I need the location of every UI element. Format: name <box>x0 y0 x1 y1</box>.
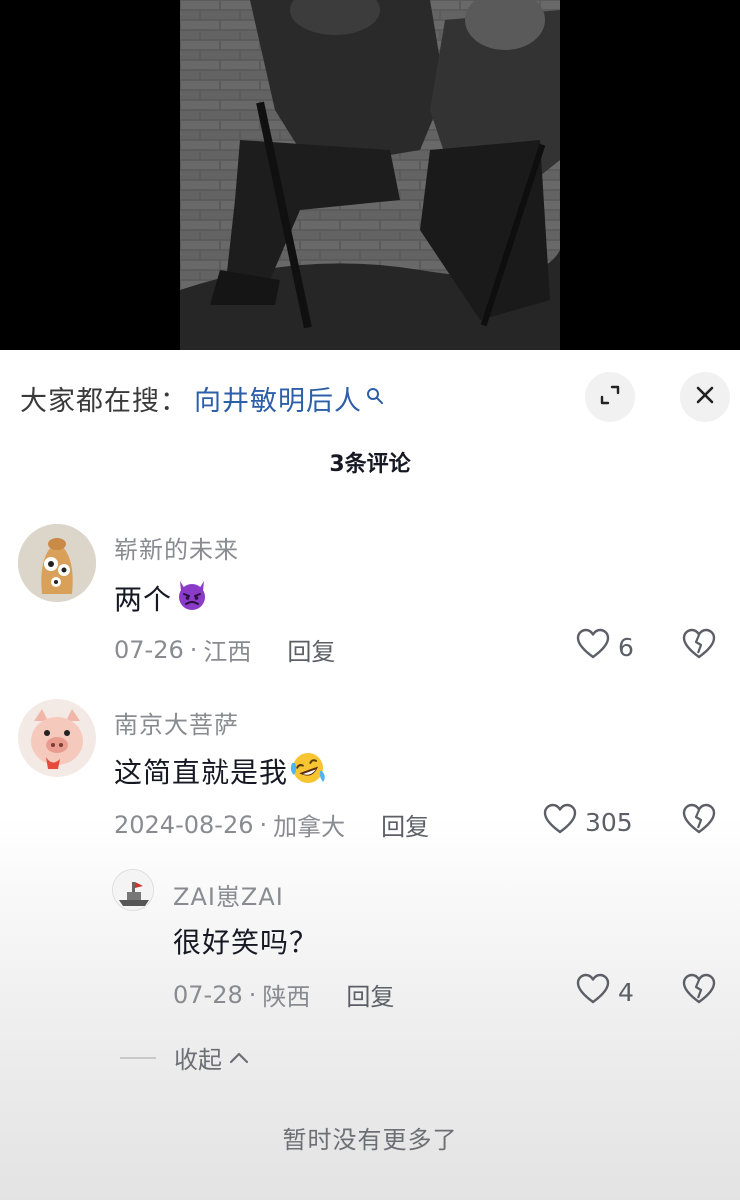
comment-text: 这简直就是我 <box>114 751 327 791</box>
comment-text-body: 这简直就是我 <box>114 756 289 789</box>
end-of-comments-text: 暂时没有更多了 <box>282 1126 458 1154</box>
avatar[interactable] <box>18 524 96 602</box>
comment-username[interactable]: 崭新的未来 <box>114 530 239 565</box>
expand-icon <box>597 382 623 412</box>
devil-emoji-icon <box>174 577 210 620</box>
comment-location: 陕西 <box>262 983 311 1011</box>
heart-icon <box>576 628 618 666</box>
like-count: 305 <box>585 807 633 837</box>
comment-text: 两个 <box>114 578 210 618</box>
close-icon <box>693 383 717 411</box>
heart-icon <box>576 973 618 1011</box>
comment-location: 江西 <box>203 638 252 666</box>
like-button[interactable]: 305 <box>543 803 633 841</box>
trending-search-term[interactable]: 向井敏明后人 <box>194 379 362 418</box>
like-button[interactable]: 6 <box>576 628 634 666</box>
reply-button[interactable]: 回复 <box>287 632 335 667</box>
comment-date: 07-28 <box>173 980 243 1009</box>
avatar[interactable] <box>18 699 96 777</box>
reply-button[interactable]: 回复 <box>381 807 429 842</box>
close-button[interactable] <box>680 372 730 422</box>
heart-icon <box>543 803 585 841</box>
reply-item: ZAI崽ZAI 很好笑吗？ 07-28 · 陕西 回复 4 <box>0 865 740 1015</box>
comment-count-title: 3条评论 <box>329 452 411 477</box>
trending-search-bar[interactable]: 大家都在搜： 向井敏明后人 <box>20 378 384 418</box>
search-icon <box>366 381 384 404</box>
collapse-replies-button[interactable]: 收起 <box>120 1040 250 1075</box>
comment-text-body: 很好笑吗？ <box>173 926 319 959</box>
comment-date: 2024-08-26 <box>114 810 254 839</box>
comment-username[interactable]: ZAI崽ZAI <box>173 877 284 912</box>
meta-separator: · <box>189 635 198 664</box>
comment-username[interactable]: 南京大菩萨 <box>114 705 239 740</box>
comment-meta: 2024-08-26 · 加拿大 回复 <box>114 807 429 842</box>
broken-heart-icon <box>682 628 716 664</box>
like-count: 4 <box>618 977 634 1007</box>
dislike-button[interactable] <box>682 973 716 1009</box>
comment-item: 崭新的未来 两个 07-26 · 江西 回复 6 <box>0 520 740 670</box>
reply-button[interactable]: 回复 <box>346 977 394 1012</box>
broken-heart-icon <box>682 803 716 839</box>
like-button[interactable]: 4 <box>576 973 634 1011</box>
collapse-label: 收起 <box>174 1046 222 1074</box>
expand-button[interactable] <box>585 372 635 422</box>
broken-heart-icon <box>682 973 716 1009</box>
video-frame-photo <box>180 0 560 350</box>
chevron-up-icon <box>228 1051 250 1065</box>
dislike-button[interactable] <box>682 803 716 839</box>
comment-text: 很好笑吗？ <box>173 921 318 961</box>
comment-location: 加拿大 <box>273 813 346 841</box>
comment-item: 南京大菩萨 这简直就是我 2024-08-26 · 加拿大 回复 305 <box>0 695 740 845</box>
comment-text-body: 两个 <box>114 583 173 616</box>
comment-meta: 07-28 · 陕西 回复 <box>173 977 394 1012</box>
dislike-button[interactable] <box>682 628 716 664</box>
comment-date: 07-26 <box>114 635 184 664</box>
collapse-divider <box>120 1056 156 1059</box>
like-count: 6 <box>618 632 634 662</box>
video-player[interactable] <box>0 0 740 350</box>
meta-separator: · <box>248 980 257 1009</box>
meta-separator: · <box>259 810 268 839</box>
rofl-emoji-icon <box>289 749 327 794</box>
avatar[interactable] <box>112 869 154 911</box>
trending-search-label: 大家都在搜： <box>20 385 188 417</box>
comment-meta: 07-26 · 江西 回复 <box>114 632 335 667</box>
comment-panel: 大家都在搜： 向井敏明后人 3条评论 崭新的未来 两个 07-26 · 江西 回… <box>0 350 740 1200</box>
